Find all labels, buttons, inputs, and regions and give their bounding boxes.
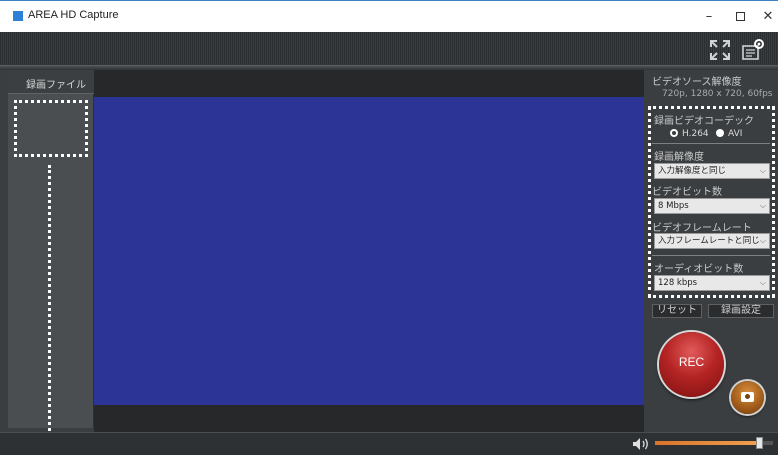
recorded-files-panel: 録画ファイル — [8, 70, 94, 428]
framerate-select[interactable]: 入力フレームレートと同じ ⌵ — [654, 233, 770, 249]
codec-label: 録画ビデオコーデック — [654, 116, 754, 127]
close-button[interactable]: ✕ — [757, 7, 778, 27]
resolution-label: 録画解像度 — [654, 152, 704, 163]
title-bar: AREA HD Capture – ✕ — [0, 0, 778, 32]
record-label: REC — [678, 355, 705, 369]
audio-bitrate-select[interactable]: 128 kbps ⌵ — [654, 275, 770, 291]
camera-icon — [741, 392, 754, 402]
audio-bitrate-label: オーディオビット数 — [654, 264, 744, 275]
video-bitrate-select[interactable]: 8 Mbps ⌵ — [654, 198, 770, 214]
settings-icon[interactable] — [741, 38, 765, 62]
volume-slider-thumb[interactable] — [756, 437, 763, 449]
chevron-down-icon: ⌵ — [759, 236, 766, 245]
recorded-files-header: 録画ファイル — [8, 70, 94, 94]
toolbar — [0, 32, 778, 66]
app-icon — [13, 11, 23, 21]
video-source-value: 720p, 1280 x 720, 60fps — [662, 89, 773, 99]
radio-selected-icon — [716, 129, 724, 137]
framerate-label: ビデオフレームレート — [652, 223, 752, 234]
callout-line — [48, 165, 51, 455]
codec-option-h264[interactable]: H.264 — [670, 129, 709, 139]
resolution-select[interactable]: 入力解像度と同じ ⌵ — [654, 163, 770, 179]
chevron-down-icon: ⌵ — [759, 278, 766, 287]
recorded-file-thumbnail[interactable] — [14, 100, 88, 157]
video-preview — [94, 97, 644, 405]
divider — [652, 255, 770, 256]
snapshot-button[interactable] — [731, 381, 764, 414]
record-button[interactable]: REC — [659, 332, 724, 397]
radio-icon — [670, 129, 678, 137]
divider — [652, 143, 770, 144]
codec-option-avi[interactable]: AVI — [716, 129, 742, 139]
window-title: AREA HD Capture — [28, 9, 119, 21]
video-bitrate-label: ビデオビット数 — [652, 187, 722, 198]
volume-fill — [655, 441, 759, 445]
speaker-icon[interactable] — [632, 437, 650, 451]
reset-button[interactable]: リセット — [652, 304, 702, 318]
chevron-down-icon: ⌵ — [759, 201, 766, 210]
chevron-down-icon: ⌵ — [759, 166, 766, 175]
minimize-button[interactable]: – — [698, 7, 720, 27]
recorded-files-label: 録画ファイル — [26, 80, 86, 91]
record-settings-button[interactable]: 録画設定 — [708, 304, 774, 318]
maximize-button[interactable] — [729, 7, 751, 27]
video-source-label: ビデオソース解像度 — [652, 77, 742, 88]
fullscreen-icon[interactable] — [708, 38, 732, 62]
